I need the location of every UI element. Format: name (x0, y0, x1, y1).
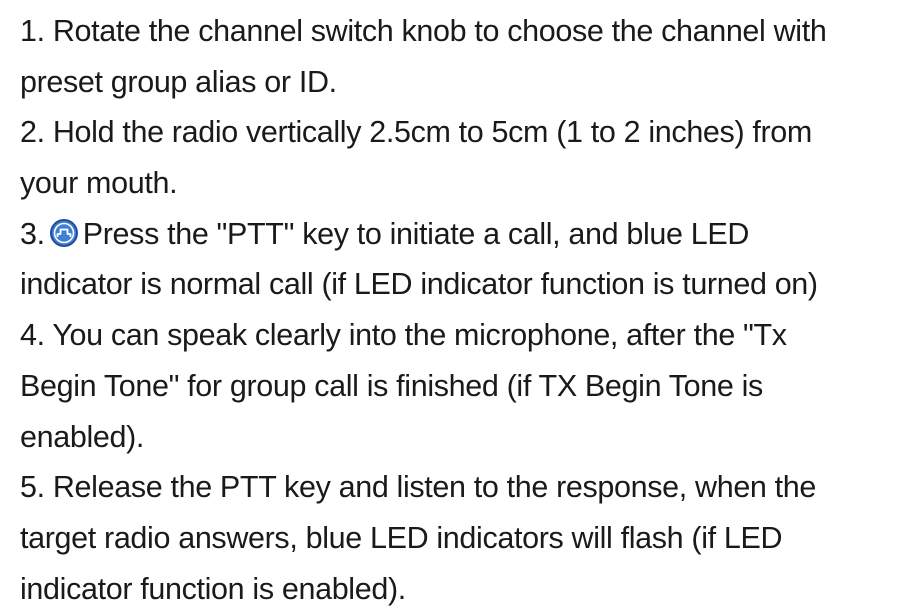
step-2-number: 2. (20, 115, 45, 150)
step-5-line-3: indicator function is enabled). (20, 564, 920, 614)
step-1-text-line-2: preset group alias or ID. (20, 64, 337, 99)
step-4-line-2: Begin Tone" for group call is finished (… (20, 361, 920, 412)
step-2-text-line-1: Hold the radio vertically 2.5cm to 5cm (… (52, 115, 812, 150)
step-4-text-line-2: Begin Tone" for group call is finished (… (20, 368, 763, 403)
step-4-text-line-1: You can speak clearly into the microphon… (52, 318, 787, 353)
step-5-text-line-3: indicator function is enabled). (20, 571, 406, 606)
step-5-line-2: target radio answers, blue LED indicator… (20, 513, 920, 564)
step-5-text-line-1: Release the PTT key and listen to the re… (52, 470, 817, 505)
step-2-line-1: 2. Hold the radio vertically 2.5cm to 5c… (20, 107, 920, 158)
step-4-line-3: enabled). (20, 412, 920, 463)
instruction-list: 1. Rotate the channel switch knob to cho… (20, 6, 920, 614)
step-2-line-2: your mouth. (20, 158, 920, 209)
step-5-number: 5. (20, 470, 45, 505)
step-5-text-line-2: target radio answers, blue LED indicator… (20, 520, 783, 555)
step-3-number: 3. (20, 216, 45, 251)
step-3-text-line-1: Press the "PTT" key to initiate a call, … (82, 216, 750, 251)
step-3-line-1: 3. Press the "PTT" key to initiate a cal… (20, 209, 920, 260)
step-3-line-2: indicator is normal call (if LED indicat… (20, 259, 920, 310)
step-3-text-line-2: indicator is normal call (if LED indicat… (20, 267, 818, 302)
step-1-number: 1. (20, 14, 45, 48)
step-5-line-1: 5. Release the PTT key and listen to the… (20, 462, 920, 513)
step-1-text-line-1: Rotate the channel switch knob to choose… (52, 14, 827, 48)
ptt-key-icon (49, 218, 78, 247)
step-2-text-line-2: your mouth. (20, 166, 178, 201)
step-4-line-1: 4. You can speak clearly into the microp… (20, 310, 920, 361)
step-1-line-2: preset group alias or ID. (20, 57, 920, 108)
step-1-line-1: 1. Rotate the channel switch knob to cho… (20, 6, 920, 57)
step-4-number: 4. (20, 318, 45, 353)
step-4-text-line-3: enabled). (20, 419, 145, 454)
